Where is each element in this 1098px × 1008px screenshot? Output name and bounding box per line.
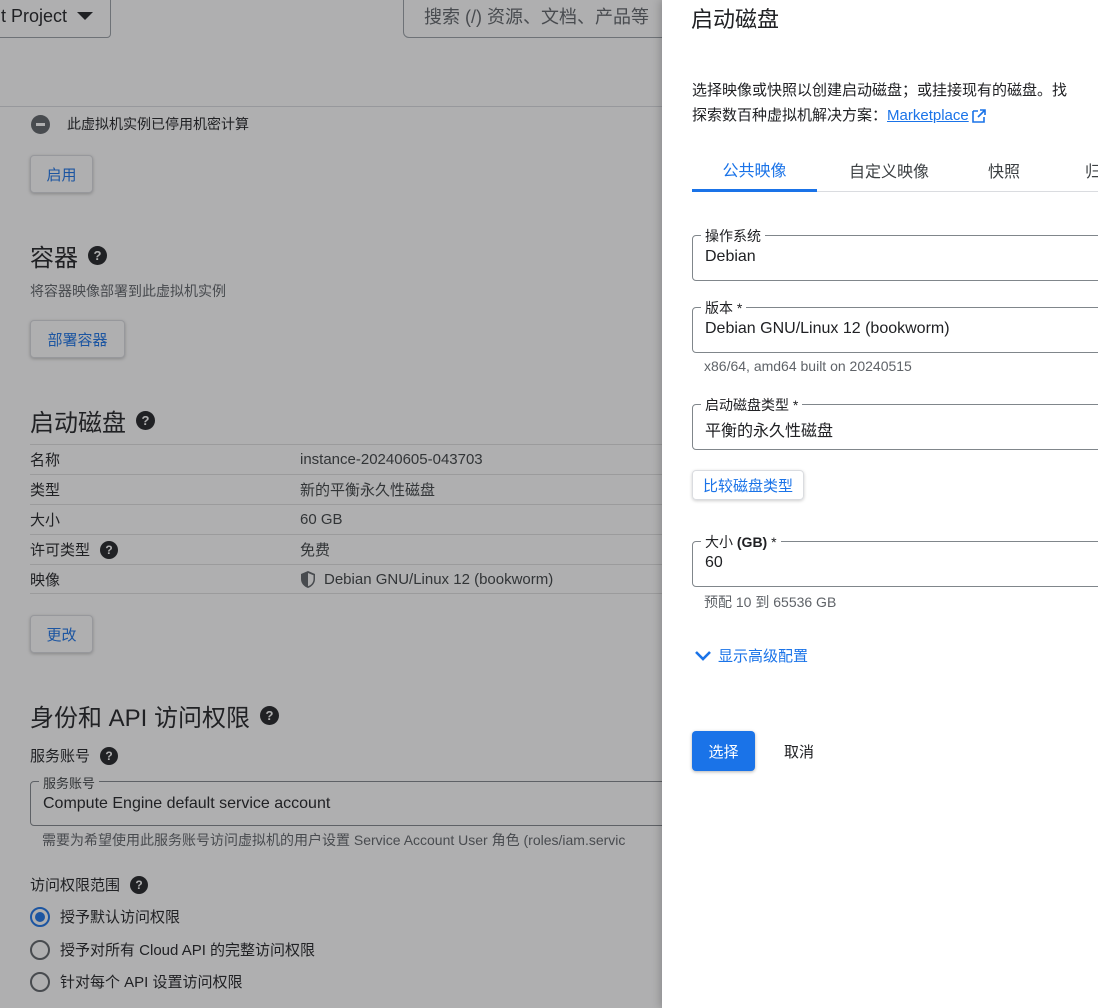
advanced-config-toggle[interactable]: 显示高级配置 — [694, 645, 808, 666]
size-legend-prefix: 大小 — [705, 534, 737, 550]
size-legend-unit: (GB) — [736, 534, 768, 550]
size-legend: 大小 (GB) * — [701, 532, 781, 552]
cancel-button[interactable]: 取消 — [774, 731, 824, 771]
chevron-down-icon — [695, 650, 711, 661]
compare-disk-types-button[interactable]: 比较磁盘类型 — [692, 470, 805, 500]
disk-type-value: 平衡的永久性磁盘 — [705, 423, 834, 440]
version-select[interactable]: 版本 * Debian GNU/Linux 12 (bookworm) — [692, 298, 1098, 353]
boot-disk-drawer: 启动磁盘 选择映像或快照以创建启动磁盘；或挂接现有的磁盘。找 探索数百种虚拟机解… — [662, 0, 1098, 1008]
size-value: 60 — [705, 554, 723, 571]
modal-scrim[interactable] — [0, 0, 662, 1008]
disk-type-select[interactable]: 启动磁盘类型 * 平衡的永久性磁盘 — [692, 395, 1098, 450]
advanced-config-label: 显示高级配置 — [718, 648, 809, 665]
size-hint: 预配 10 到 65536 GB — [704, 594, 837, 610]
os-legend: 操作系统 — [701, 226, 765, 246]
version-value: Debian GNU/Linux 12 (bookworm) — [705, 320, 950, 337]
select-button[interactable]: 选择 — [692, 731, 755, 771]
marketplace-link[interactable]: Marketplace — [887, 107, 969, 124]
os-value: Debian — [705, 248, 756, 265]
size-legend-suffix: * — [767, 534, 777, 550]
disk-type-legend: 启动磁盘类型 * — [701, 395, 803, 415]
intro-line-2-text: 探索数百种虚拟机解决方案： — [692, 107, 888, 124]
tab-custom-images[interactable]: 自定义映像 — [834, 148, 944, 192]
drawer-intro: 选择映像或快照以创建启动磁盘；或挂接现有的磁盘。找 探索数百种虚拟机解决方案：M… — [692, 78, 1067, 128]
version-hint: x86/64, amd64 built on 20240515 — [704, 358, 912, 374]
tab-public-images[interactable]: 公共映像 — [692, 148, 817, 192]
size-input[interactable]: 大小 (GB) * 60 — [692, 532, 1098, 587]
external-link-icon[interactable] — [971, 109, 986, 123]
intro-line-2: 探索数百种虚拟机解决方案：Marketplace — [692, 103, 1067, 128]
intro-line-1: 选择映像或快照以创建启动磁盘；或挂接现有的磁盘。找 — [692, 82, 1068, 99]
tab-snapshots[interactable]: 快照 — [974, 148, 1034, 192]
os-select[interactable]: 操作系统 Debian — [692, 226, 1098, 281]
drawer-title: 启动磁盘 — [691, 7, 780, 32]
version-legend: 版本 * — [701, 298, 747, 318]
image-tabs: 公共映像 自定义映像 快照 归 — [692, 148, 1098, 192]
tab-archive[interactable]: 归 — [1078, 148, 1098, 192]
